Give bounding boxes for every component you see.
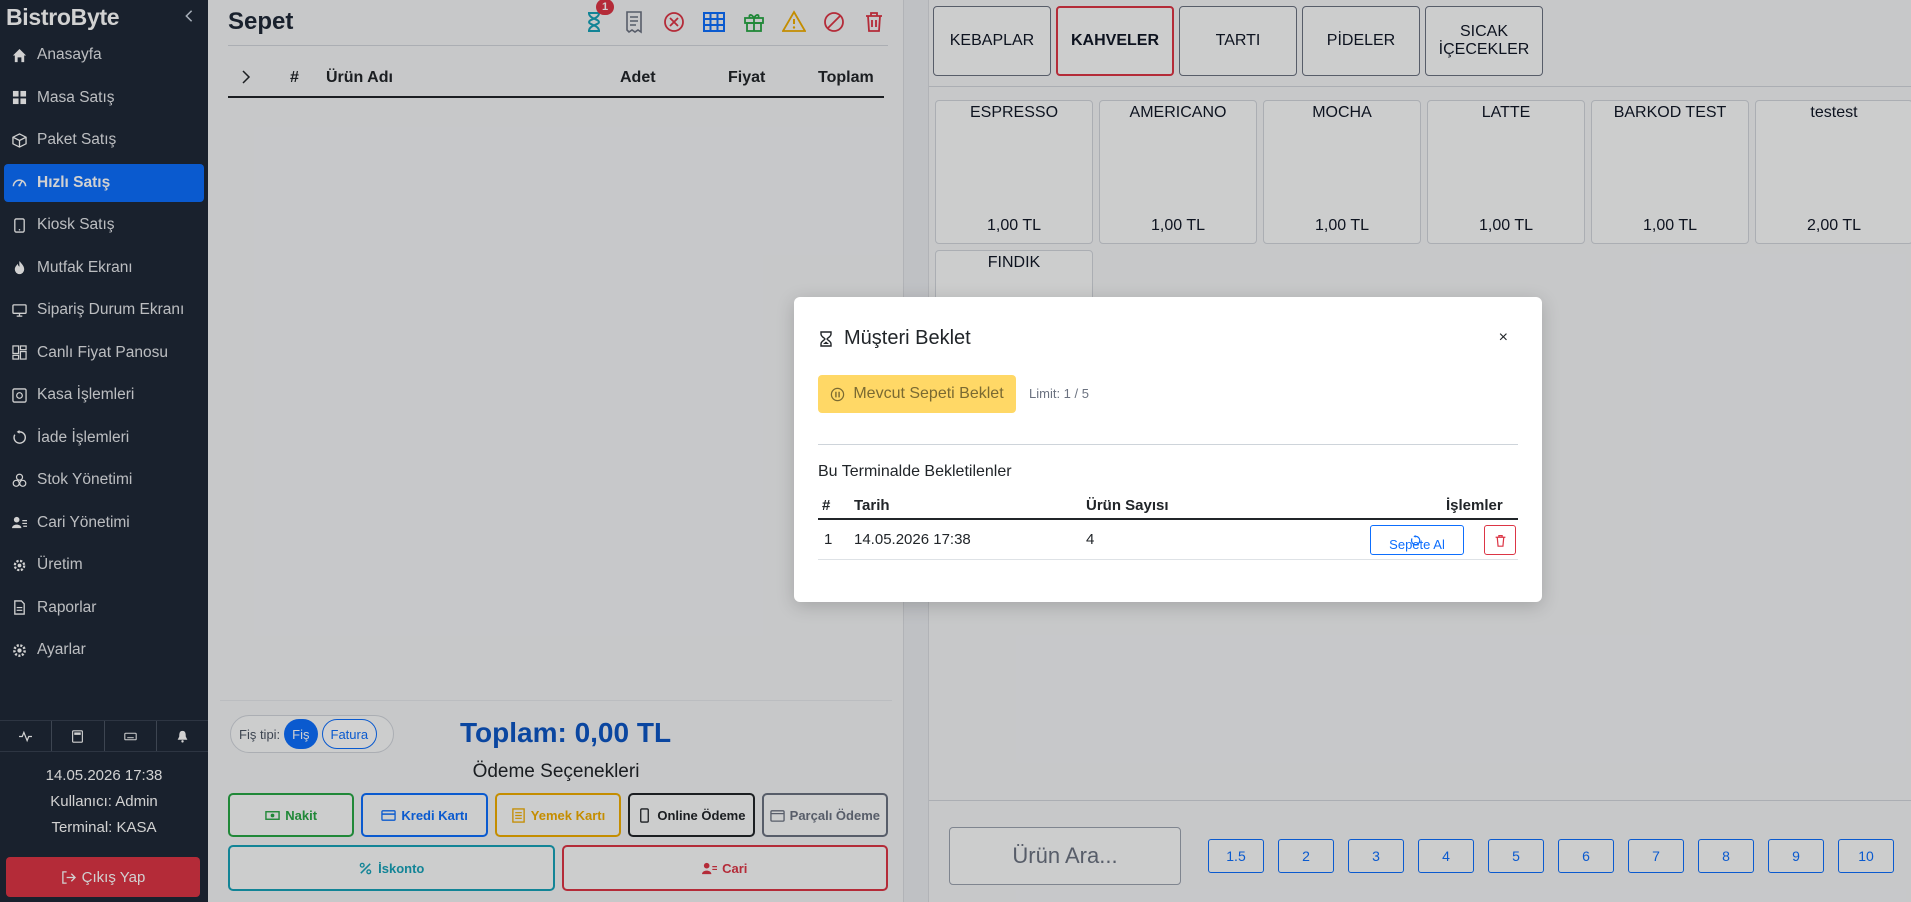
take-to-cart-button[interactable]: Sepete Al: [1370, 525, 1464, 555]
modal-title: Müşteri Beklet: [818, 327, 971, 350]
hourglass-icon: [820, 330, 832, 347]
take-to-cart-label: Sepete Al: [1389, 537, 1445, 552]
modal-divider: [818, 444, 1518, 445]
pause-circle-icon: [831, 387, 845, 401]
row-count: 4: [1086, 531, 1095, 548]
col-date: Tarih: [854, 497, 890, 514]
table-row: 1 14.05.2026 17:38 4 Sepete Al: [818, 520, 1518, 560]
col-actions: İşlemler: [1446, 497, 1503, 514]
col-count: Ürün Sayısı: [1086, 497, 1169, 514]
hold-current-cart-button[interactable]: Mevcut Sepeti Beklet: [818, 375, 1016, 413]
trash-icon: [1495, 534, 1505, 547]
row-date: 14.05.2026 17:38: [854, 531, 971, 548]
hold-current-cart-label: Mevcut Sepeti Beklet: [853, 385, 1004, 402]
col-num: #: [822, 497, 831, 514]
row-num: 1: [824, 531, 833, 548]
modal-title-text: Müşteri Beklet: [844, 327, 971, 349]
held-carts-title: Bu Terminalde Bekletilenler: [818, 463, 1012, 480]
delete-held-button[interactable]: [1484, 525, 1516, 555]
modal-close-button[interactable]: ×: [1499, 329, 1508, 347]
hold-customer-modal: Müşteri Beklet × Mevcut Sepeti Beklet Li…: [794, 297, 1542, 602]
held-table-header: # Tarih Ürün Sayısı İşlemler: [818, 492, 1518, 520]
hold-limit: Limit: 1 / 5: [1029, 386, 1089, 401]
